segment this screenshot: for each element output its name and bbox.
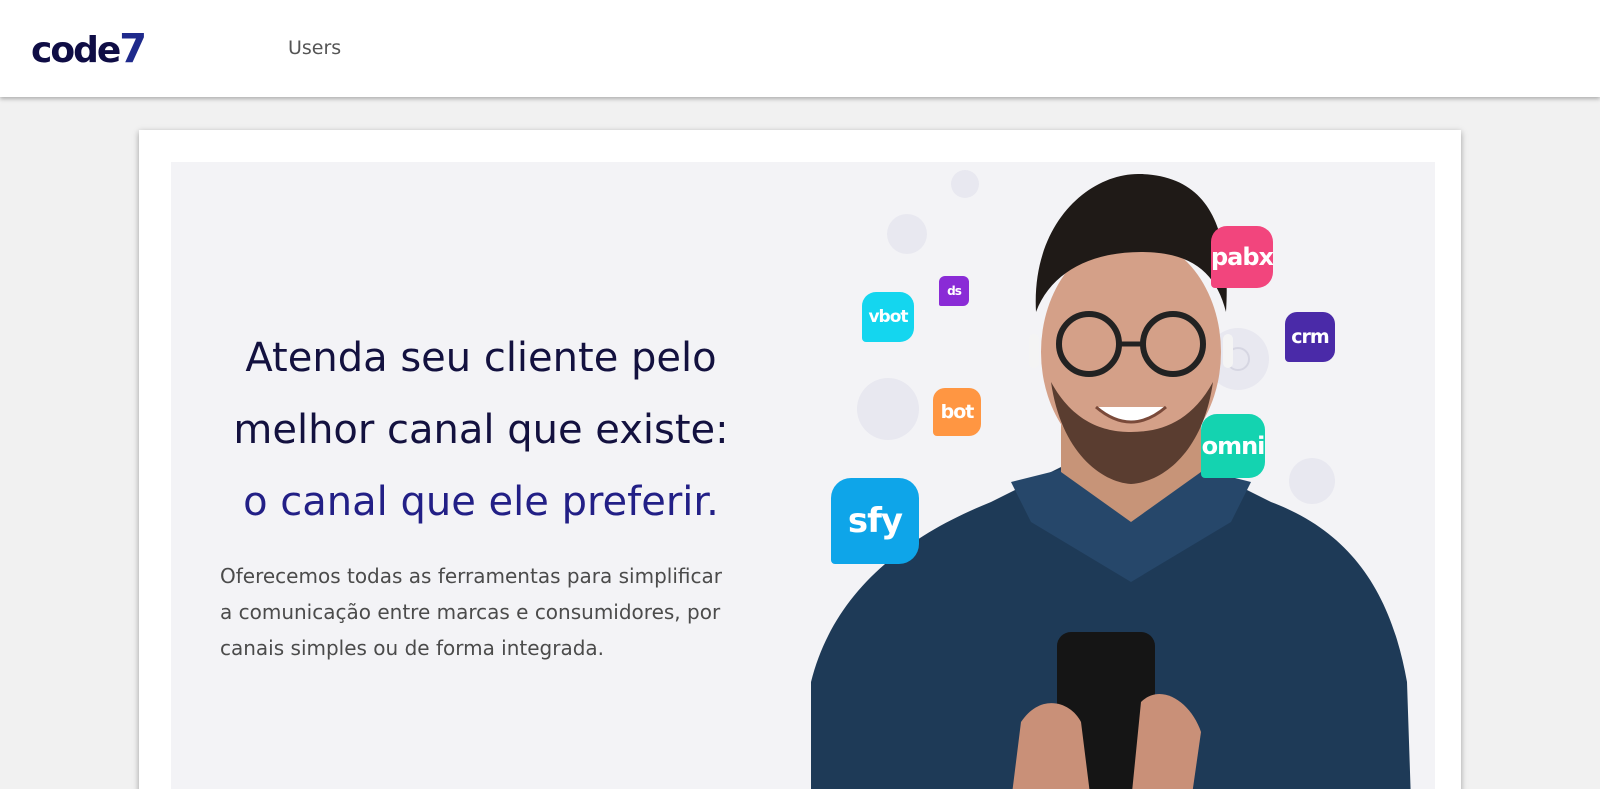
hero-subtext: Oferecemos todas as ferramentas para sim…	[220, 564, 722, 660]
hero-illustration: pabx crm ds vbot bot omni sfy	[811, 162, 1435, 789]
top-navbar: code7 Users	[0, 0, 1600, 97]
person-with-phone-image	[811, 173, 1411, 789]
vbot-label: vbot	[868, 307, 908, 327]
logo-text: code	[31, 30, 121, 71]
headline-line-2: melhor canal que existe:	[233, 407, 729, 453]
hero-banner: Atenda seu cliente pelo melhor canal que…	[171, 162, 1435, 789]
omni-label: omni	[1201, 432, 1266, 460]
pabx-label: pabx	[1210, 243, 1274, 271]
omni-badge: omni	[1201, 414, 1265, 478]
headline-line-1: Atenda seu cliente pelo	[245, 335, 717, 381]
content-card: Atenda seu cliente pelo melhor canal que…	[139, 130, 1461, 789]
bot-label: bot	[940, 401, 975, 423]
sfy-badge: sfy	[831, 478, 919, 564]
vbot-badge: vbot	[862, 292, 914, 342]
hero-headline: Atenda seu cliente pelo melhor canal que…	[171, 322, 791, 538]
crm-badge: crm	[1285, 312, 1335, 362]
crm-label: crm	[1291, 326, 1329, 348]
bot-badge: bot	[933, 388, 981, 436]
nav-link-users[interactable]: Users	[288, 37, 341, 59]
pabx-badge: pabx	[1210, 226, 1274, 288]
headline-line-3: o canal que ele preferir.	[243, 479, 719, 525]
ds-label: ds	[947, 284, 962, 298]
code7-logo[interactable]: code7	[31, 26, 147, 72]
sfy-label: sfy	[847, 501, 903, 541]
logo-number: 7	[119, 26, 147, 72]
ds-badge: ds	[939, 276, 969, 306]
